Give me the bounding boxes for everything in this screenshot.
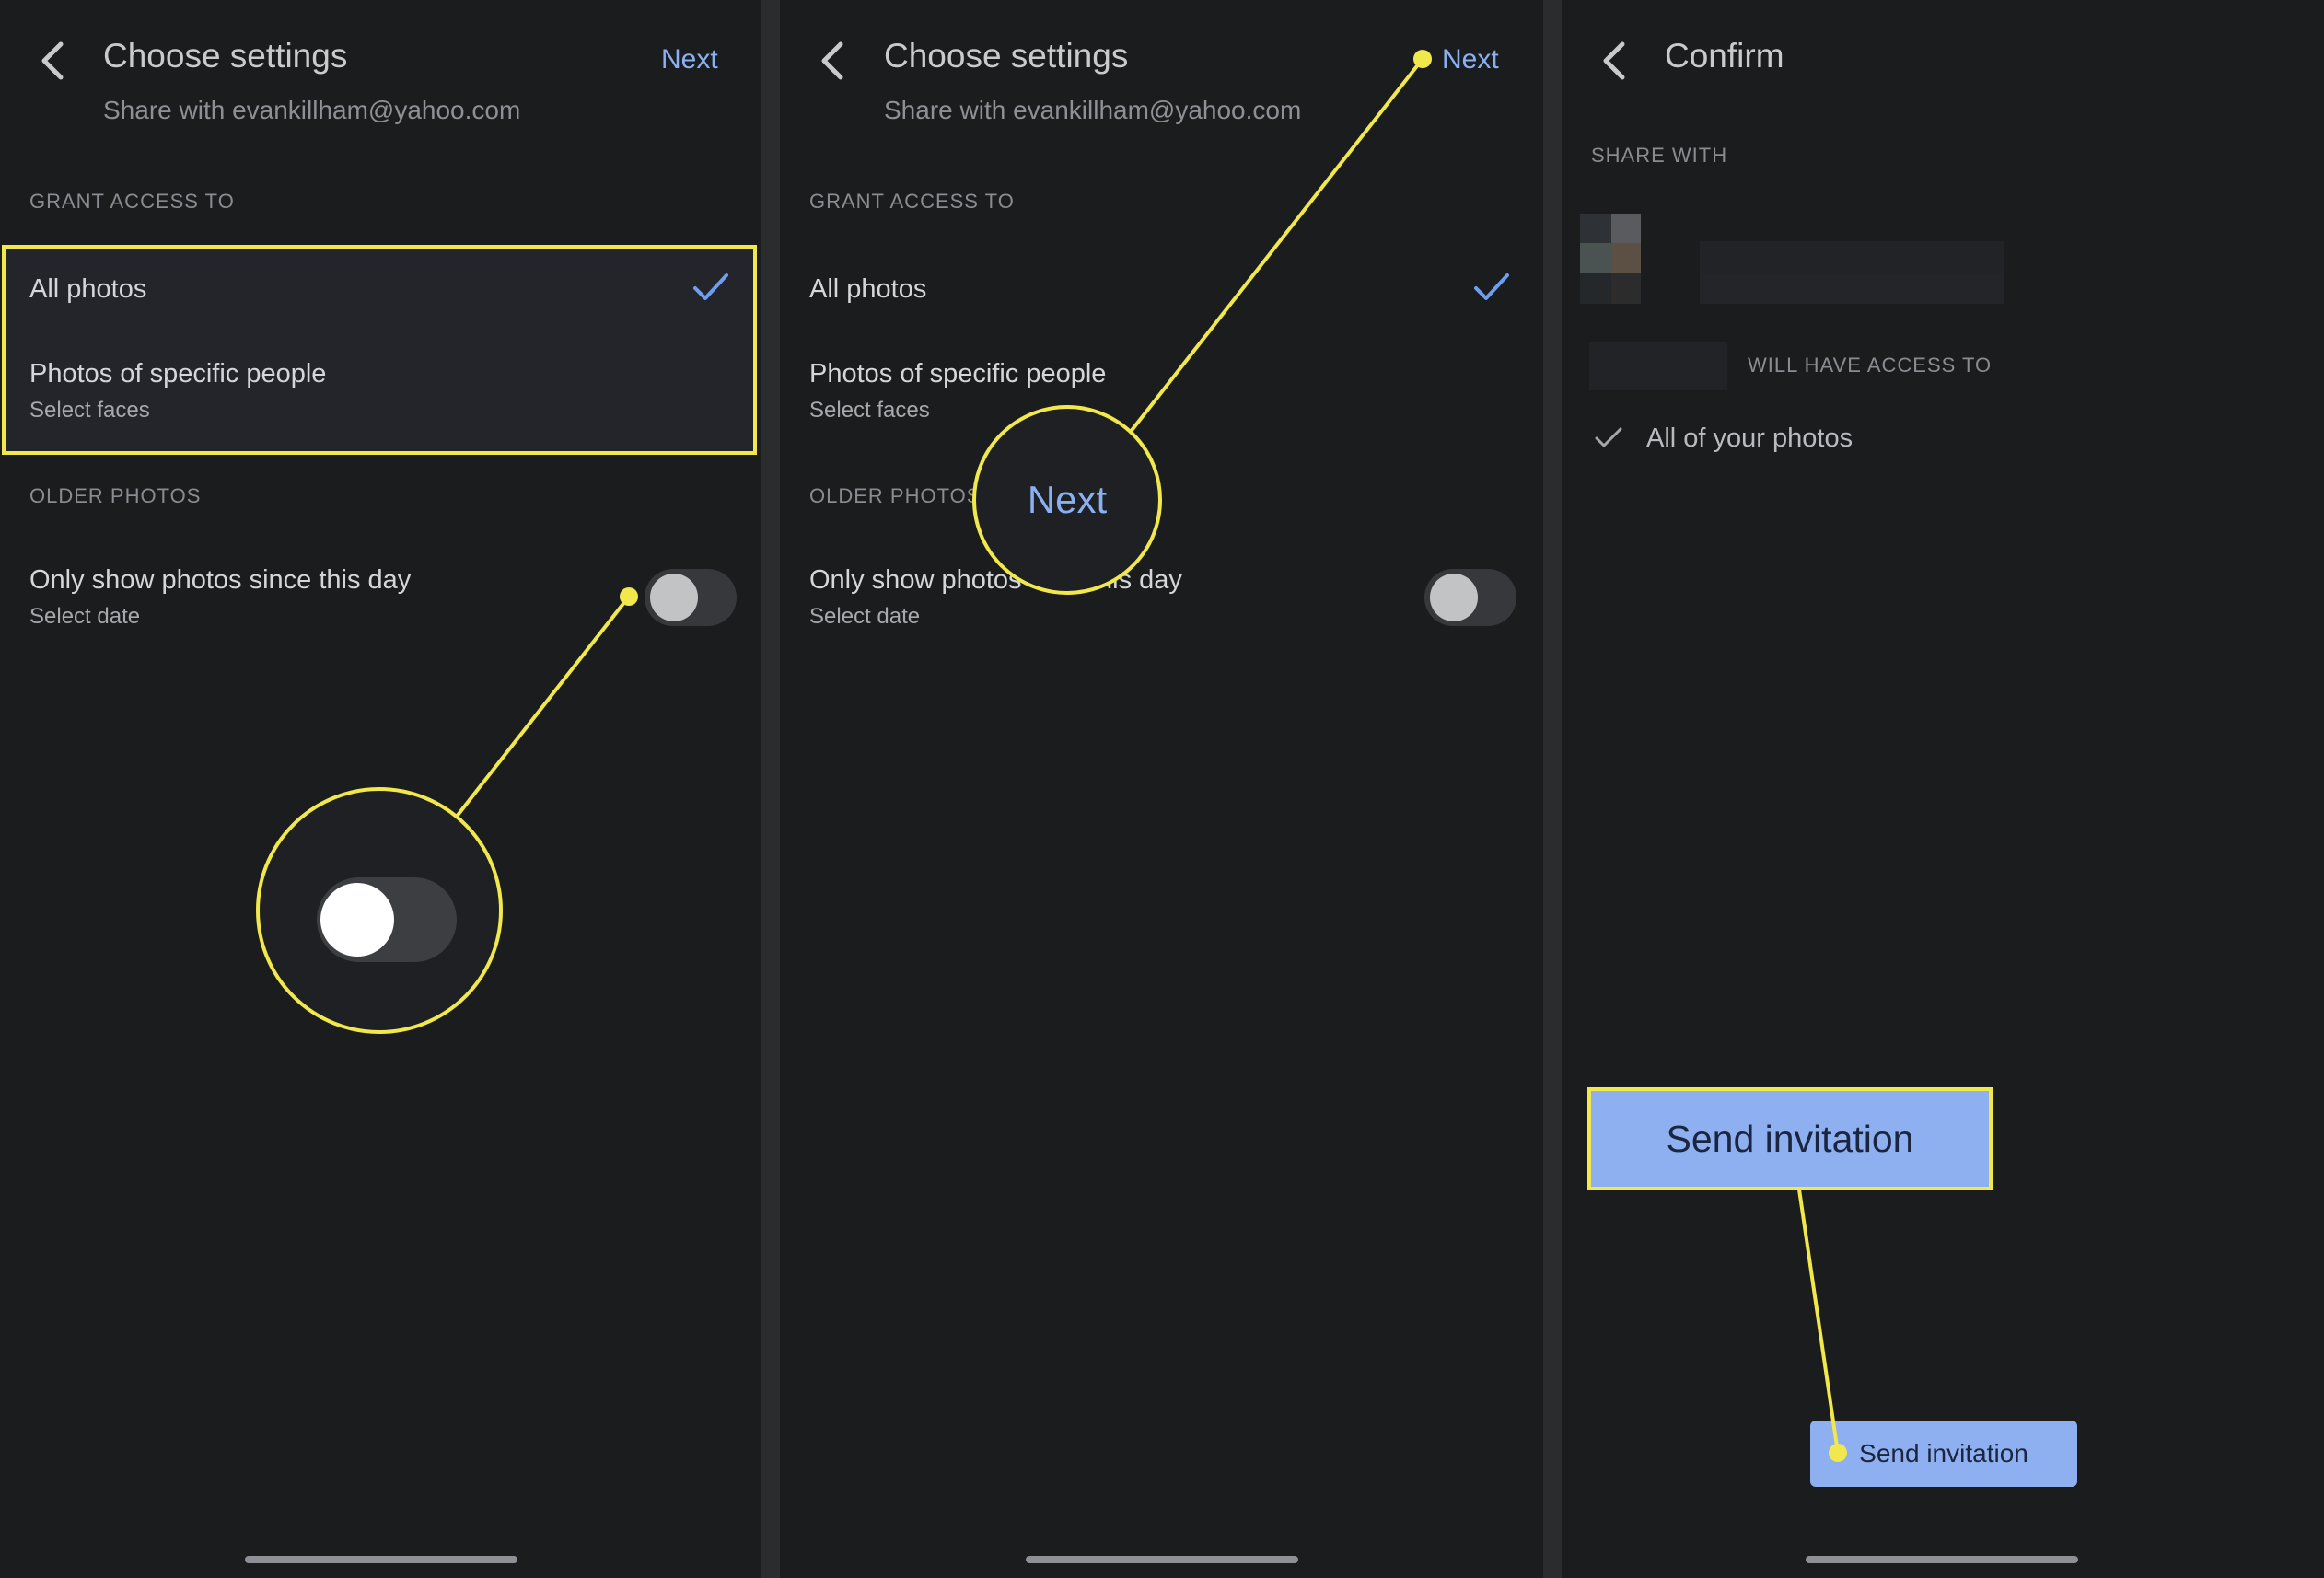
checkmark-icon — [693, 273, 728, 300]
select-faces-label: Select faces — [29, 398, 150, 423]
callout-dot — [1829, 1444, 1847, 1462]
next-zoom-callout: Next — [972, 405, 1162, 595]
send-invitation-callout: Send invitation — [1587, 1087, 1993, 1190]
confirm-panel: Confirm SHARE WITH WILL HAVE ACCESS TO A… — [1562, 0, 2324, 1578]
older-photos-toggle[interactable] — [645, 569, 737, 626]
share-with-heading: SHARE WITH — [1591, 144, 1728, 167]
only-show-since-label: Only show photos — [809, 565, 1022, 595]
page-title: Confirm — [1665, 37, 1784, 75]
home-indicator — [245, 1556, 517, 1563]
zoomed-toggle-track — [317, 877, 457, 962]
settings-panel-1: Choose settings Share with evankillham@y… — [0, 0, 761, 1578]
send-invitation-button[interactable]: Send invitation — [1810, 1421, 2077, 1487]
older-photos-heading: OLDER PHOTOS — [809, 484, 982, 507]
callout-dot — [620, 587, 638, 606]
share-with-subtitle: Share with evankillham@yahoo.com — [103, 96, 521, 124]
toggle-knob — [650, 574, 698, 621]
select-date-label[interactable]: Select date — [29, 604, 140, 630]
select-date-label[interactable]: Select date — [809, 604, 920, 630]
checkmark-icon — [1474, 273, 1509, 300]
callout-dot — [1413, 50, 1432, 68]
back-arrow-icon[interactable] — [35, 41, 72, 81]
page-title: Choose settings — [103, 37, 348, 75]
access-item-label: All of your photos — [1646, 424, 1853, 453]
zoomed-toggle-knob — [320, 883, 394, 957]
home-indicator — [1806, 1556, 2078, 1563]
next-button[interactable]: Next — [1442, 44, 1499, 75]
back-arrow-icon[interactable] — [1597, 41, 1633, 81]
older-photos-toggle[interactable] — [1424, 569, 1516, 626]
grant-access-heading: GRANT ACCESS TO — [29, 190, 235, 213]
select-faces-label: Select faces — [809, 398, 930, 423]
option-all-photos[interactable]: All photos — [29, 274, 146, 305]
home-indicator — [1026, 1556, 1298, 1563]
option-all-photos[interactable]: All photos — [809, 274, 926, 305]
check-icon — [1595, 427, 1622, 447]
only-show-since-label: Only show photos since this day — [29, 565, 412, 595]
grant-access-heading: GRANT ACCESS TO — [809, 190, 1015, 213]
toggle-knob — [1430, 574, 1478, 621]
older-photos-heading: OLDER PHOTOS — [29, 484, 202, 507]
back-arrow-icon[interactable] — [815, 41, 852, 81]
option-specific-people[interactable]: Photos of specific people — [809, 359, 1106, 389]
zoomed-next-label: Next — [1027, 478, 1108, 521]
will-have-access-heading: WILL HAVE ACCESS TO — [1748, 354, 1993, 377]
option-specific-people[interactable]: Photos of specific people — [29, 359, 326, 389]
toggle-zoom-callout — [256, 787, 503, 1034]
settings-panel-2: Choose settings Share with evankillham@y… — [780, 0, 1543, 1578]
page-title: Choose settings — [884, 37, 1129, 75]
callout-line — [1797, 1189, 1840, 1454]
next-button[interactable]: Next — [661, 44, 718, 75]
callout-line — [1128, 57, 1424, 435]
share-with-subtitle: Share with evankillham@yahoo.com — [884, 96, 1302, 124]
